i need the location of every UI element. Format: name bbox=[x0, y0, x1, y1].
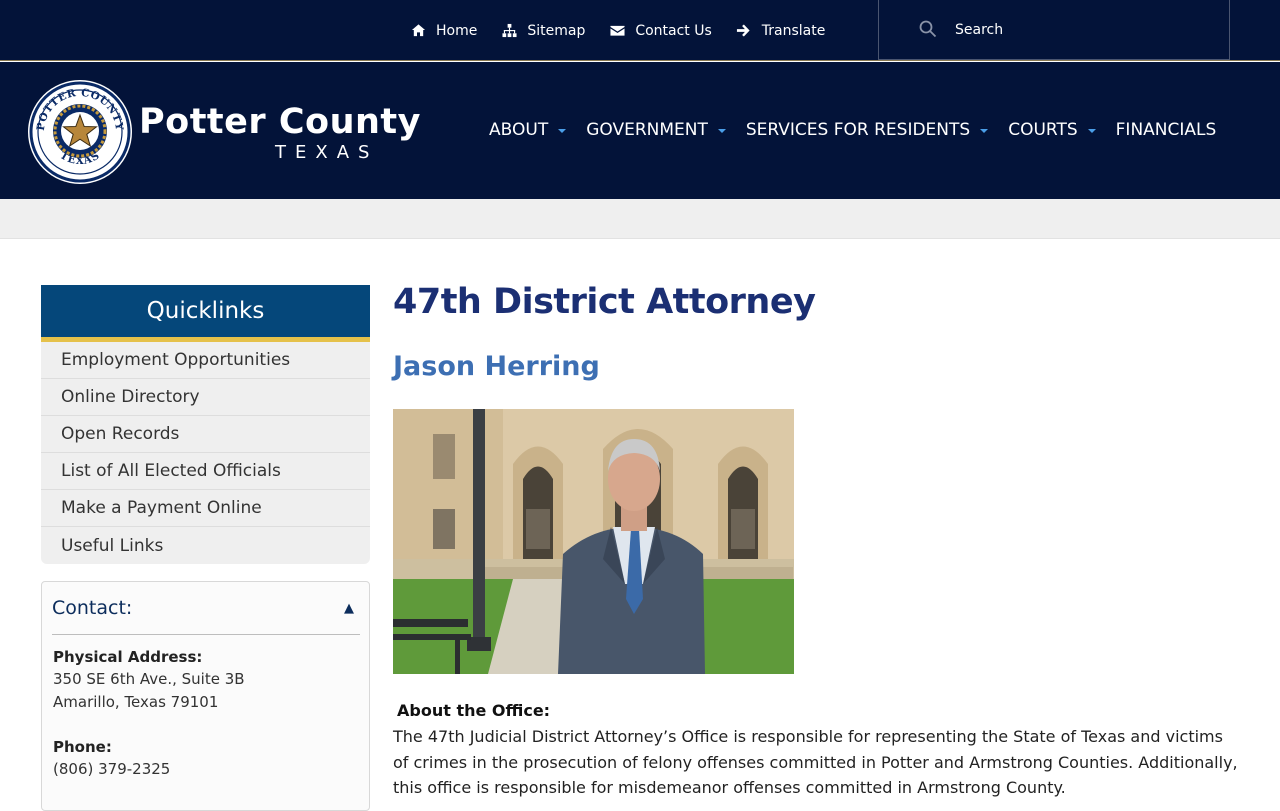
contact-title: Contact: bbox=[52, 597, 133, 619]
search-icon[interactable] bbox=[919, 20, 937, 38]
contact-panel: Contact: ▲ Physical Address: 350 SE 6th … bbox=[41, 581, 370, 811]
chevron-down-icon bbox=[558, 129, 567, 133]
quicklinks-list: Employment Opportunities Online Director… bbox=[41, 342, 370, 564]
sitemap-icon bbox=[501, 23, 517, 39]
nav-services-for-residents[interactable]: SERVICES FOR RESIDENTS bbox=[745, 120, 989, 140]
chevron-down-icon bbox=[717, 129, 726, 133]
quicklink-elected-officials[interactable]: List of All Elected Officials bbox=[41, 453, 370, 490]
quicklink-employment-opportunities[interactable]: Employment Opportunities bbox=[41, 342, 370, 379]
official-portrait-photo bbox=[393, 409, 794, 674]
quicklink-make-payment[interactable]: Make a Payment Online bbox=[41, 490, 370, 527]
chevron-down-icon bbox=[980, 129, 989, 133]
chevron-down-icon bbox=[1087, 129, 1096, 133]
nav-courts-label: COURTS bbox=[1008, 120, 1078, 140]
nav-financials-label: FINANCIALS bbox=[1115, 120, 1217, 140]
nav-about-label: ABOUT bbox=[489, 120, 549, 140]
utility-bar: Home Sitemap Contact Us Translate bbox=[0, 0, 1280, 61]
collapse-triangle-icon[interactable]: ▲ bbox=[344, 601, 354, 616]
page-title: 47th District Attorney bbox=[393, 282, 816, 322]
arrow-right-icon bbox=[736, 23, 752, 39]
about-office-heading: About the Office: bbox=[397, 701, 551, 720]
quicklinks-panel: Quicklinks Employment Opportunities Onli… bbox=[41, 285, 370, 564]
main-navigation: ABOUT GOVERNMENT SERVICES FOR RESIDENTS … bbox=[489, 118, 1236, 142]
physical-address-label: Physical Address: bbox=[53, 648, 203, 666]
address-line-1: 350 SE 6th Ave., Suite 3B bbox=[53, 670, 245, 688]
quicklink-online-directory[interactable]: Online Directory bbox=[41, 379, 370, 416]
home-icon bbox=[410, 23, 426, 39]
nav-courts[interactable]: COURTS bbox=[1008, 120, 1096, 140]
utility-links: Home Sitemap Contact Us Translate bbox=[410, 0, 849, 61]
nav-financials[interactable]: FINANCIALS bbox=[1116, 120, 1217, 140]
quicklink-useful-links[interactable]: Useful Links bbox=[41, 527, 370, 564]
quicklinks-title: Quicklinks bbox=[41, 285, 370, 342]
contact-us-link-label: Contact Us bbox=[635, 22, 712, 39]
about-office-text: The 47th Judicial District Attorney’s Of… bbox=[393, 727, 1238, 797]
nav-government-label: GOVERNMENT bbox=[586, 120, 708, 140]
sitemap-link[interactable]: Sitemap bbox=[501, 23, 585, 39]
nav-about[interactable]: ABOUT bbox=[489, 120, 567, 140]
sitemap-link-label: Sitemap bbox=[527, 22, 586, 39]
official-name: Jason Herring bbox=[393, 351, 600, 382]
home-link[interactable]: Home bbox=[410, 23, 477, 39]
site-header: POTTER COUNTY TEXAS Potter County TEXAS … bbox=[0, 62, 1280, 199]
nav-services-label: SERVICES FOR RESIDENTS bbox=[745, 120, 971, 140]
county-seal-logo[interactable]: POTTER COUNTY TEXAS bbox=[27, 79, 133, 185]
search-input[interactable] bbox=[955, 18, 1205, 42]
phone-label: Phone: bbox=[53, 738, 112, 756]
envelope-icon bbox=[609, 23, 625, 39]
address-line-2: Amarillo, Texas 79101 bbox=[53, 693, 219, 711]
contact-accordion-header[interactable]: Contact: ▲ bbox=[52, 582, 360, 635]
translate-link-label: Translate bbox=[761, 22, 826, 39]
quicklink-open-records[interactable]: Open Records bbox=[41, 416, 370, 453]
brand-subtitle: TEXAS bbox=[275, 142, 379, 163]
home-link-label: Home bbox=[436, 22, 478, 39]
contact-us-link[interactable]: Contact Us bbox=[609, 22, 712, 39]
nav-government[interactable]: GOVERNMENT bbox=[586, 120, 726, 140]
search-box bbox=[878, 0, 1230, 60]
translate-link[interactable]: Translate bbox=[736, 22, 826, 39]
breadcrumb-band bbox=[0, 199, 1280, 239]
phone-number[interactable]: (806) 379-2325 bbox=[53, 760, 170, 778]
brand-title[interactable]: Potter County bbox=[139, 102, 421, 142]
